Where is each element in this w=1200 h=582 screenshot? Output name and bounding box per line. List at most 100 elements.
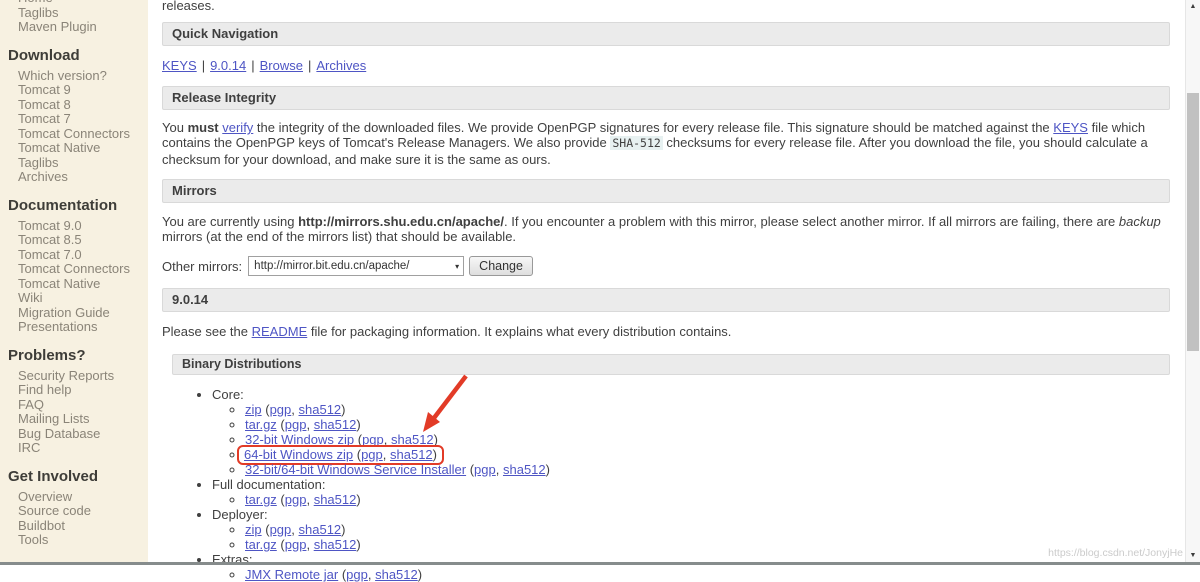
sidebar-item-tomcat-7-0[interactable]: Tomcat 7.0 [0,248,148,263]
sidebar-item-bug-database[interactable]: Bug Database [0,427,148,442]
inline-code: SHA-512 [610,136,662,150]
sha512-link[interactable]: sha512 [314,417,357,432]
sidebar-item-wiki[interactable]: Wiki [0,291,148,306]
truncated-paragraph: releases. [162,0,1170,13]
quicknav-link-9-0-14[interactable]: 9.0.14 [210,58,246,73]
sidebar-item-security-reports[interactable]: Security Reports [0,369,148,384]
pgp-link[interactable]: pgp [270,522,292,537]
watermark: https://blog.csdn.net/JonyjHe [1048,547,1183,559]
subsection-header-binary-distributions: Binary Distributions [172,354,1170,375]
section-header-quick-navigation: Quick Navigation [162,22,1170,46]
mirrors-paragraph: You are currently using http://mirrors.s… [162,214,1170,245]
pgp-link[interactable]: pgp [270,402,292,417]
mirror-form: Other mirrors: http://mirror.bit.edu.cn/… [162,256,1170,276]
download-item-tar-gz: tar.gz (pgp, sha512) [245,492,1170,507]
distribution-group-core: Core:zip (pgp, sha512)tar.gz (pgp, sha51… [212,387,1170,477]
link-verify[interactable]: verify [222,120,253,135]
quicknav-link-browse[interactable]: Browse [260,58,303,73]
download-item-jmx-remote-jar: JMX Remote jar (pgp, sha512) [245,567,1170,582]
mirror-select-label: Other mirrors: [162,259,242,274]
sha512-link[interactable]: sha512 [299,522,342,537]
sidebar-item-mailing-lists[interactable]: Mailing Lists [0,412,148,427]
sidebar-item-find-help[interactable]: Find help [0,383,148,398]
sidebar-item-archives[interactable]: Archives [0,170,148,185]
download-item-zip: zip (pgp, sha512) [245,522,1170,537]
section-header-release-integrity: Release Integrity [162,86,1170,110]
distribution-group-extras: Extras:JMX Remote jar (pgp, sha512) [212,552,1170,582]
sidebar-item-tomcat-connectors[interactable]: Tomcat Connectors [0,127,148,142]
pgp-link[interactable]: pgp [474,462,496,477]
sidebar-item-overview[interactable]: Overview [0,490,148,505]
sha512-link[interactable]: sha512 [375,567,418,582]
mirror-select-value: http://mirror.bit.edu.cn/apache/ [254,260,409,272]
scroll-down-icon[interactable]: ▼ [1186,552,1200,559]
sidebar-heading-problems: Problems? [8,347,148,365]
section-header-mirrors: Mirrors [162,179,1170,203]
sidebar-item-tomcat-9[interactable]: Tomcat 9 [0,83,148,98]
sidebar-item-tomcat-8-5[interactable]: Tomcat 8.5 [0,233,148,248]
download-item-zip: zip (pgp, sha512) [245,402,1170,417]
sidebar-item-presentations[interactable]: Presentations [0,320,148,335]
download-link-zip[interactable]: zip [245,522,262,537]
link-separator: | [251,58,254,73]
link-separator: | [308,58,311,73]
sidebar-item-tomcat-8[interactable]: Tomcat 8 [0,98,148,113]
link-separator: | [202,58,205,73]
sidebar-item-tomcat-9-0[interactable]: Tomcat 9.0 [0,219,148,234]
sha512-link[interactable]: sha512 [314,492,357,507]
download-link-32-bit-64-bit-windows-service-installer[interactable]: 32-bit/64-bit Windows Service Installer [245,462,466,477]
pgp-link[interactable]: pgp [285,492,307,507]
pgp-link[interactable]: pgp [285,417,307,432]
pgp-link[interactable]: pgp [285,537,307,552]
sidebar-item-maven-plugin[interactable]: Maven Plugin [0,20,148,35]
chevron-down-icon: ▾ [455,262,459,271]
quicknav-link-archives[interactable]: Archives [316,58,366,73]
sha512-link[interactable]: sha512 [299,402,342,417]
download-list: Core:zip (pgp, sha512)tar.gz (pgp, sha51… [162,387,1170,582]
quicknav-link-keys[interactable]: KEYS [162,58,197,73]
main-content: releases. Quick Navigation KEYS | 9.0.14 | B… [148,0,1185,582]
sidebar-item-buildbot[interactable]: Buildbot [0,519,148,534]
sidebar-item-faq[interactable]: FAQ [0,398,148,413]
download-link-jmx-remote-jar[interactable]: JMX Remote jar [245,567,338,582]
sidebar-item-migration-guide[interactable]: Migration Guide [0,306,148,321]
sidebar-item-tools[interactable]: Tools [0,533,148,548]
download-item-64-bit-windows-zip: 64-bit Windows zip (pgp, sha512) [245,447,1170,462]
sha512-link[interactable]: sha512 [390,447,433,462]
quick-navigation-links: KEYS | 9.0.14 | Browse | Archives [162,58,1170,73]
link-readme[interactable]: README [252,324,308,339]
sidebar-item-taglibs[interactable]: Taglibs [0,156,148,171]
sha512-link[interactable]: sha512 [314,537,357,552]
download-item-tar-gz: tar.gz (pgp, sha512) [245,417,1170,432]
scrollbar-thumb[interactable] [1187,93,1199,351]
sidebar-item-irc[interactable]: IRC [0,441,148,456]
release-integrity-paragraph: You must verify the integrity of the dow… [162,120,1170,167]
sidebar-item-which-version[interactable]: Which version? [0,69,148,84]
download-link-zip[interactable]: zip [245,402,262,417]
sidebar-item-tomcat-native[interactable]: Tomcat Native [0,141,148,156]
scroll-up-icon[interactable]: ▲ [1186,3,1200,10]
sidebar: HomeTaglibsMaven PluginDownloadWhich ver… [0,0,148,565]
section-header-version: 9.0.14 [162,288,1170,312]
sidebar-item-tomcat-connectors[interactable]: Tomcat Connectors [0,262,148,277]
sha512-link[interactable]: sha512 [503,462,546,477]
download-link-tar-gz[interactable]: tar.gz [245,537,277,552]
sidebar-item-tomcat-7[interactable]: Tomcat 7 [0,112,148,127]
mirror-select[interactable]: http://mirror.bit.edu.cn/apache/ ▾ [248,256,464,276]
download-link-tar-gz[interactable]: tar.gz [245,417,277,432]
sidebar-heading-get-involved: Get Involved [8,468,148,486]
sidebar-item-taglibs[interactable]: Taglibs [0,6,148,21]
scrollbar[interactable]: ▲ ▼ [1185,0,1200,565]
pgp-link[interactable]: pgp [361,447,383,462]
sidebar-item-source-code[interactable]: Source code [0,504,148,519]
link-keys[interactable]: KEYS [1053,120,1088,135]
download-link-tar-gz[interactable]: tar.gz [245,492,277,507]
pgp-link[interactable]: pgp [346,567,368,582]
sidebar-heading-download: Download [8,47,148,65]
distribution-group-full-documentation: Full documentation:tar.gz (pgp, sha512) [212,477,1170,507]
change-mirror-button[interactable]: Change [469,256,533,276]
readme-paragraph: Please see the README file for packaging… [162,324,1170,339]
download-link-64-bit-windows-zip[interactable]: 64-bit Windows zip [244,447,353,462]
sidebar-item-tomcat-native[interactable]: Tomcat Native [0,277,148,292]
sidebar-heading-documentation: Documentation [8,197,148,215]
